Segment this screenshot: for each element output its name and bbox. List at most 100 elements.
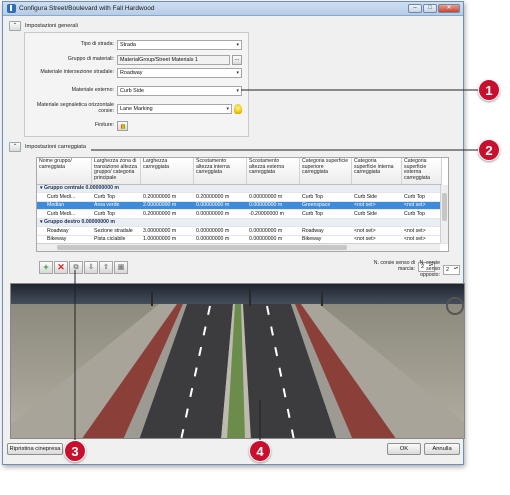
lightbulb-icon[interactable] bbox=[234, 103, 242, 114]
title-bar: Configura Street/Boulevard with Fall Har… bbox=[3, 2, 463, 16]
table-cell: Curb Medi... bbox=[47, 193, 76, 200]
table-cell: <not set> bbox=[404, 227, 426, 234]
general-settings-header: ⌃ Impostazioni generali bbox=[9, 21, 78, 31]
minimize-button[interactable]: – bbox=[408, 4, 422, 13]
lanes-opposite-label: N. corsie senso opposto: bbox=[419, 260, 440, 278]
table-cell: <not set> bbox=[404, 202, 426, 208]
chevron-down-icon: ▾ bbox=[236, 70, 239, 76]
finishes-row: Finiture: bbox=[25, 121, 250, 131]
grid-vertical-scrollbar[interactable] bbox=[440, 185, 448, 243]
table-cell: 0.00000000 m bbox=[249, 227, 283, 234]
grid-horizontal-scrollbar[interactable] bbox=[37, 243, 440, 251]
column-header[interactable]: Scostamento altezza interna carreggiata bbox=[194, 158, 247, 185]
callout-badge: 2 bbox=[478, 139, 500, 161]
material-group-field[interactable]: MaterialGroup/Street Materials 1 bbox=[117, 55, 230, 65]
group-row[interactable]: ▾ Gruppo centrale 0.00000000 m bbox=[37, 185, 448, 193]
lanes-opposite-stepper[interactable]: 2 bbox=[443, 264, 460, 275]
material-group-label: Gruppo di materiali: bbox=[67, 56, 114, 63]
table-cell: Curb Top bbox=[94, 210, 115, 217]
table-cell: Curb Top bbox=[404, 210, 425, 217]
table-cell: 0.00000000 m bbox=[196, 227, 230, 234]
table-cell: Roadway bbox=[302, 227, 324, 234]
column-header[interactable]: Larghezza zona di transizione altezza gr… bbox=[92, 158, 141, 185]
preview-icon[interactable]: ▣ bbox=[114, 261, 128, 274]
callout-badge: 4 bbox=[249, 440, 271, 462]
intersection-material-dropdown[interactable]: Roadway ▾ bbox=[117, 68, 242, 78]
exterior-material-row: Materiale esterno: Curb Side ▾ bbox=[25, 86, 250, 96]
column-header[interactable]: Categoria superficie superiore carreggia… bbox=[300, 158, 352, 185]
configure-street-dialog: Configura Street/Boulevard with Fall Har… bbox=[2, 1, 465, 465]
table-row[interactable]: Median Area verde 2.00000000 m 0.00000000 m… bbox=[37, 202, 448, 210]
table-cell: Curb Top bbox=[404, 193, 425, 200]
table-cell: -0.20000000 m bbox=[249, 210, 284, 217]
collapse-general-button[interactable]: ⌃ bbox=[9, 21, 21, 31]
lanes-opposite-group: N. corsie senso opposto: 2 bbox=[414, 260, 460, 278]
group-row[interactable]: ▾ Gruppo destro 0.00000000 m bbox=[37, 219, 448, 227]
table-cell: 0.00000000 m bbox=[196, 210, 230, 217]
roadway-settings-header: ⌃ Impostazioni carreggiata bbox=[9, 142, 86, 152]
move-down-icon[interactable]: ⇩ bbox=[84, 261, 98, 274]
table-cell: Curb Top bbox=[302, 193, 323, 200]
table-cell: Area verde bbox=[94, 202, 120, 208]
move-up-icon[interactable]: ⇧ bbox=[99, 261, 113, 274]
grid-toolbar: + ✕ ⧉ ⇩ ⇧ ▣ bbox=[39, 261, 129, 274]
column-header[interactable]: Scostamento altezza esterna carreggiata bbox=[247, 158, 300, 185]
table-cell: Curb Medi... bbox=[47, 210, 76, 217]
material-group-row: Gruppo di materiali: MaterialGroup/Stree… bbox=[25, 55, 250, 65]
duplicate-row-icon[interactable]: ⧉ bbox=[69, 261, 83, 274]
road-type-dropdown[interactable]: Strada ▾ bbox=[117, 40, 242, 50]
table-row[interactable]: Curb Medi... Curb Top 0.20000000 m 0.200000… bbox=[37, 193, 448, 202]
road-type-row: Tipo di strada: Strada ▾ bbox=[25, 40, 250, 50]
scroll-thumb[interactable] bbox=[442, 193, 447, 221]
column-header[interactable]: Nome gruppo/ carreggiata bbox=[37, 158, 92, 185]
maximize-button[interactable]: □ bbox=[423, 4, 437, 13]
finishes-paint-icon[interactable] bbox=[117, 121, 128, 131]
street-preview-render bbox=[11, 284, 464, 438]
roadway-settings-title: Impostazioni carreggiata bbox=[25, 144, 86, 150]
3d-preview-viewport[interactable] bbox=[10, 283, 465, 439]
table-cell: 0.20000000 m bbox=[143, 193, 177, 200]
column-header[interactable]: Categoria superficie interna carreggiata bbox=[352, 158, 402, 185]
intersection-material-value: Roadway bbox=[120, 70, 143, 76]
table-cell: Roadway bbox=[47, 227, 69, 234]
cancel-button[interactable]: Annulla bbox=[424, 443, 460, 455]
column-header[interactable]: Larghezza carreggiata bbox=[141, 158, 194, 185]
general-settings-title: Impostazioni generali bbox=[25, 23, 78, 29]
table-cell: Curb Side bbox=[354, 193, 378, 200]
table-cell: <not set> bbox=[354, 227, 376, 234]
general-settings-panel: Tipo di strada: Strada ▾ Gruppo di materi… bbox=[24, 32, 249, 137]
table-cell: 0.20000000 m bbox=[196, 193, 230, 200]
window-title: Configura Street/Boulevard with Fall Har… bbox=[19, 5, 155, 12]
table-cell: 0.00000000 m bbox=[196, 202, 230, 208]
collapse-roadway-button[interactable]: ⌃ bbox=[9, 142, 21, 152]
lane-marking-row: Materiale segnaletica orizzontale corsie… bbox=[25, 102, 250, 114]
callout-badge: 3 bbox=[64, 440, 86, 462]
lane-marking-label: Materiale segnaletica orizzontale corsie… bbox=[36, 102, 114, 114]
ok-button[interactable]: OK bbox=[387, 443, 421, 455]
callout-badge: 1 bbox=[478, 79, 500, 101]
table-cell: <not set> bbox=[354, 202, 376, 208]
column-header[interactable]: Categoria superficie esterna carreggiata bbox=[402, 158, 442, 185]
table-cell: Curb Side bbox=[354, 210, 378, 217]
roadway-grid[interactable]: ▾ Gruppo centrale 0.00000000 m Curb Medi.… bbox=[36, 157, 449, 252]
lane-marking-dropdown[interactable]: Lane Marking ▾ bbox=[117, 103, 232, 114]
delete-row-icon[interactable]: ✕ bbox=[54, 261, 68, 274]
exterior-material-label: Materiale esterno: bbox=[71, 87, 114, 94]
browse-material-group-button[interactable]: ... bbox=[232, 55, 242, 65]
chevron-down-icon: ▾ bbox=[236, 42, 239, 48]
exterior-material-dropdown[interactable]: Curb Side ▾ bbox=[117, 86, 242, 96]
add-row-icon[interactable]: + bbox=[39, 261, 53, 274]
table-cell: Curb Top bbox=[302, 210, 323, 217]
table-row[interactable]: Curb Medi... Curb Top 0.20000000 m 0.000000… bbox=[37, 210, 448, 219]
road-type-value: Strada bbox=[120, 42, 136, 48]
table-row[interactable]: Roadway Sezione stradale 3.00000000 m 0.000… bbox=[37, 227, 448, 236]
lanes-forward-label: N. corsie senso di marcia: bbox=[373, 260, 415, 272]
close-button[interactable]: ✕ bbox=[438, 4, 460, 13]
scroll-thumb[interactable] bbox=[57, 245, 347, 250]
intersection-material-label: Materiale intersezione stradale: bbox=[40, 69, 114, 76]
table-cell: 3.00000000 m bbox=[143, 227, 177, 234]
table-cell: Greenspace bbox=[302, 202, 331, 208]
table-cell: 0.20000000 m bbox=[143, 210, 177, 217]
reset-camera-button[interactable]: Ripristina cinepresa bbox=[7, 443, 63, 455]
finishes-label: Finiture: bbox=[94, 122, 114, 129]
